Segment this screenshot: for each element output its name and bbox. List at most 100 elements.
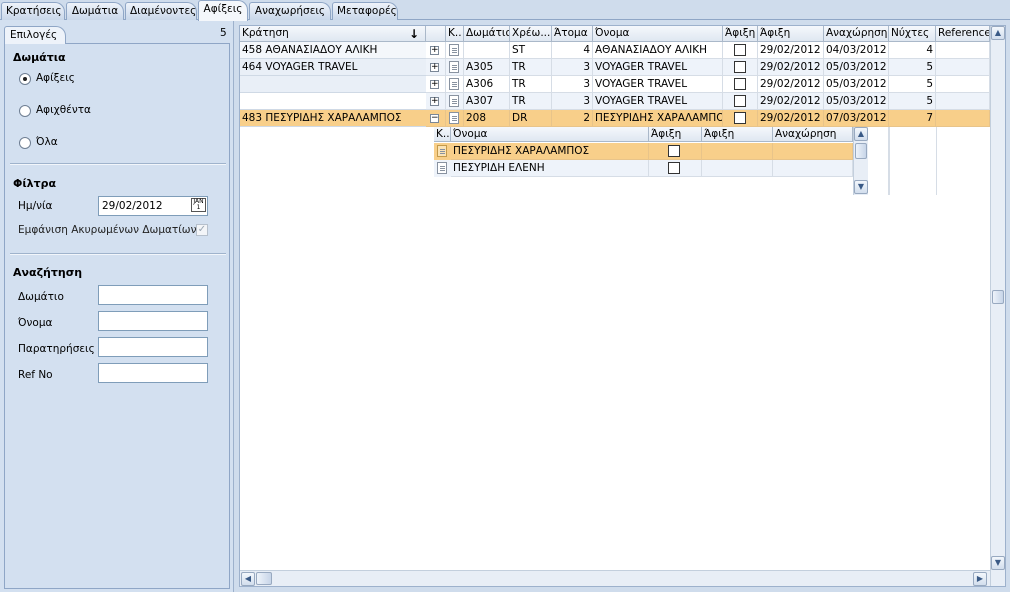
radio-arrivals-label: Αφίξεις — [36, 72, 75, 84]
document-icon — [449, 95, 459, 107]
grid-vertical-scrollbar[interactable]: ▲ ▼ — [990, 26, 1005, 586]
nights-cell: 7 — [889, 110, 936, 127]
radio-arrived[interactable] — [19, 105, 31, 117]
calendar-icon[interactable]: JAN 1 — [191, 198, 206, 212]
scroll-down-icon[interactable]: ▼ — [991, 556, 1005, 570]
grid-horizontal-scrollbar[interactable]: ◀ ▶ — [240, 570, 990, 586]
expand-icon[interactable]: + — [430, 46, 439, 55]
arrived-checkbox[interactable] — [734, 61, 746, 73]
scroll-left-icon[interactable]: ◀ — [241, 572, 255, 586]
expand-icon[interactable]: + — [430, 97, 439, 106]
arrived-checkbox[interactable] — [668, 145, 680, 157]
reservation-row[interactable]: + ST 4 ΑΘΑΝΑΣΙΑΔΟΥ ΑΛΙΚΗ 29/02/2012 04/03/201… — [426, 42, 990, 59]
scroll-thumb[interactable] — [992, 290, 1004, 304]
detail-header-k[interactable]: Κ.. — [434, 127, 451, 142]
column-header-charge[interactable]: Χρέω... — [510, 26, 552, 42]
room-cell: A305 — [464, 59, 510, 76]
filters-section-title: Φίλτρα — [13, 177, 57, 190]
show-cancelled-checkbox[interactable]: ✓ — [196, 224, 208, 236]
tab-departures[interactable]: Αναχωρήσεις — [249, 2, 331, 20]
detail-guest-name: ΠΕΣΥΡΙΔΗΣ ΧΑΡΑΛΑΜΠΟΣ — [451, 143, 649, 160]
arrived-cell — [723, 42, 758, 59]
arrived-checkbox[interactable] — [734, 78, 746, 90]
column-header-nights[interactable]: Νύχτες — [889, 26, 936, 42]
radio-arrived-label: Αφιχθέντα — [36, 104, 91, 116]
column-header-arrived[interactable]: Άφιξη — [723, 26, 758, 42]
column-header-arrival[interactable]: Άφιξη — [758, 26, 824, 42]
scroll-thumb[interactable] — [855, 143, 867, 159]
reservation-row[interactable]: + A306 TR 3 VOYAGER TRAVEL 29/02/2012 05/03/20… — [426, 76, 990, 93]
column-header-room[interactable]: Δωμάτιο — [464, 26, 510, 42]
search-room-input[interactable] — [98, 285, 208, 305]
nights-cell: 4 — [889, 42, 936, 59]
sort-down-arrow-icon[interactable]: ↓ — [409, 27, 419, 41]
radio-arrivals[interactable] — [19, 73, 31, 85]
nights-cell: 5 — [889, 93, 936, 110]
group-row[interactable]: 458 ΑΘΑΝΑΣΙΑΔΟΥ ΑΛΙΚΗ — [240, 42, 426, 59]
departure-cell: 05/03/2012 — [824, 93, 889, 110]
radio-all[interactable] — [19, 137, 31, 149]
name-cell: VOYAGER TRAVEL — [593, 93, 723, 110]
column-header-persons[interactable]: Άτομα — [552, 26, 593, 42]
search-room-label: Δωμάτιο — [18, 291, 64, 303]
column-header-departure[interactable]: Αναχώρηση — [824, 26, 889, 42]
expand-icon[interactable]: + — [430, 63, 439, 72]
detail-arrival-cell — [702, 160, 773, 177]
name-cell: ΑΘΑΝΑΣΙΑΔΟΥ ΑΛΙΚΗ — [593, 42, 723, 59]
detail-vertical-scrollbar[interactable]: ▲ ▼ — [853, 127, 868, 195]
charge-cell: TR — [510, 59, 552, 76]
name-cell: VOYAGER TRAVEL — [593, 59, 723, 76]
group-row-continued — [240, 76, 426, 93]
persons-cell: 2 — [552, 110, 593, 127]
detail-header-arrived[interactable]: Άφιξη — [649, 127, 702, 142]
tab-rooms[interactable]: Δωμάτια — [66, 2, 124, 20]
tab-reservations[interactable]: Κρατήσεις — [1, 2, 65, 20]
tab-transfers[interactable]: Μεταφορές — [332, 2, 398, 20]
arrived-checkbox[interactable] — [734, 95, 746, 107]
arrived-checkbox[interactable] — [668, 162, 680, 174]
group-row-selected[interactable]: 483 ΠΕΣΥΡΙΔΗΣ ΧΑΡΑΛΑΜΠΟΣ — [240, 110, 426, 127]
options-tab[interactable]: Επιλογές — [4, 26, 66, 44]
departure-cell: 07/03/2012 — [824, 110, 889, 127]
persons-cell: 3 — [552, 76, 593, 93]
document-icon — [449, 112, 459, 124]
detail-header-arrival[interactable]: Άφιξη — [702, 127, 773, 142]
date-value: 29/02/2012 — [102, 200, 163, 212]
name-cell: VOYAGER TRAVEL — [593, 76, 723, 93]
reservation-row[interactable]: + A305 TR 3 VOYAGER TRAVEL 29/02/2012 05/03/20… — [426, 59, 990, 76]
column-header-reference[interactable]: Reference — [936, 26, 990, 42]
search-refno-input[interactable] — [98, 363, 208, 383]
scroll-down-icon[interactable]: ▼ — [854, 180, 868, 194]
tab-guests[interactable]: Διαμένοντες — [125, 2, 197, 20]
room-cell: A307 — [464, 93, 510, 110]
expander-cell: + — [426, 42, 446, 59]
scroll-up-icon[interactable]: ▲ — [991, 26, 1005, 40]
scroll-right-icon[interactable]: ▶ — [973, 572, 987, 586]
detail-arrived-cell — [649, 160, 702, 177]
arrived-checkbox[interactable] — [734, 112, 746, 124]
room-cell: 208 — [464, 110, 510, 127]
reservation-row-selected[interactable]: − 208 DR 2 ΠΕΣΥΡΙΔΗΣ ΧΑΡΑΛΑΜΠΟΣ 29/02/2012 07/… — [426, 110, 990, 127]
expand-icon[interactable]: + — [430, 80, 439, 89]
reservation-row[interactable]: + A307 TR 3 VOYAGER TRAVEL 29/02/2012 05/03/20… — [426, 93, 990, 110]
collapse-icon[interactable]: − — [430, 114, 439, 123]
detail-row[interactable]: ΠΕΣΥΡΙΔΗ ΕΛΕΝΗ — [434, 160, 853, 177]
arrived-checkbox[interactable] — [734, 44, 746, 56]
group-column-header[interactable]: Κράτηση — [240, 26, 426, 42]
scroll-thumb[interactable] — [256, 572, 272, 585]
charge-cell: DR — [510, 110, 552, 127]
scroll-up-icon[interactable]: ▲ — [854, 127, 868, 141]
tab-arrivals[interactable]: Αφίξεις — [198, 0, 248, 21]
gridline — [889, 127, 890, 195]
detail-header-name[interactable]: Όνομα — [451, 127, 649, 142]
column-header-name[interactable]: Όνομα — [593, 26, 723, 42]
detail-header-departure[interactable]: Αναχώρηση — [773, 127, 853, 142]
detail-row-selected[interactable]: ΠΕΣΥΡΙΔΗΣ ΧΑΡΑΛΑΜΠΟΣ — [434, 143, 853, 160]
nights-cell: 5 — [889, 76, 936, 93]
search-name-input[interactable] — [98, 311, 208, 331]
search-notes-input[interactable] — [98, 337, 208, 357]
charge-cell: ST — [510, 42, 552, 59]
k-cell — [446, 76, 464, 93]
column-header-k[interactable]: Κ.. — [446, 26, 464, 42]
group-row[interactable]: 464 VOYAGER TRAVEL — [240, 59, 426, 76]
